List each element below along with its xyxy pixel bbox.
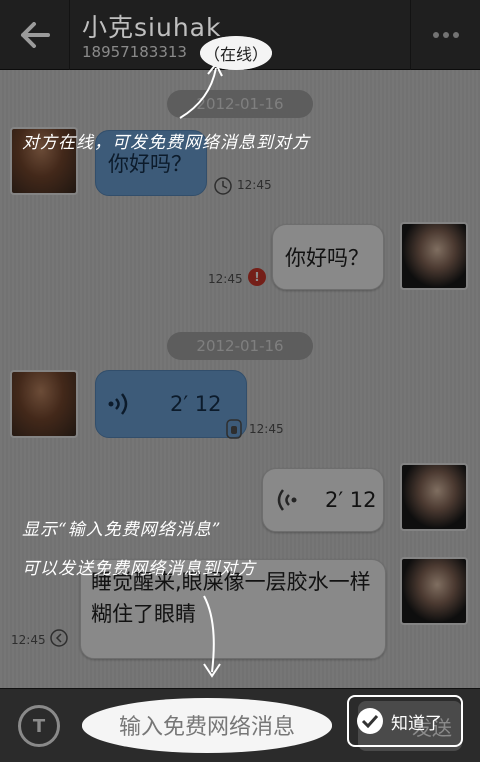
voice-duration: 2′ 12 xyxy=(170,392,222,416)
guide-arrow-bottom xyxy=(203,595,221,678)
message-time: 12:45 xyxy=(237,178,272,192)
contact-name: 小克siuhak xyxy=(82,13,222,42)
date-separator: 2012-01-16 xyxy=(167,332,313,360)
my-avatar[interactable] xyxy=(400,463,468,531)
contact-phone: 18957183313 xyxy=(82,43,187,61)
my-avatar[interactable] xyxy=(400,222,468,290)
got-it-label: 知道了 xyxy=(391,713,442,734)
my-avatar[interactable] xyxy=(400,557,468,625)
highlighted-status-badge: （在线） xyxy=(200,36,272,70)
message-text: 你好吗？ xyxy=(285,246,369,270)
send-failed-icon[interactable]: ! xyxy=(248,268,266,286)
voice-duration: 2′ 12 xyxy=(325,488,377,512)
guide-hint-input-2: 可以发送免费网络消息到对方 xyxy=(22,559,256,579)
clock-icon xyxy=(50,629,68,647)
got-it-button[interactable]: 知道了 xyxy=(347,695,463,747)
message-time: 12:45 xyxy=(249,422,284,436)
chat-screen: 小克siuhak 18957183313 （在线） 2012-01-16 你好吗… xyxy=(0,0,480,762)
message-list[interactable]: 2012-01-16 你好吗？ 12:45 你好吗？ 12:45 ! 2012-… xyxy=(0,70,480,688)
outgoing-text-bubble[interactable]: 你好吗？ xyxy=(272,224,384,290)
voice-wave-icon xyxy=(108,393,128,415)
voice-wave-icon xyxy=(277,489,297,511)
message-time: 12:45 xyxy=(11,633,46,647)
guide-hint-online: 对方在线，可发免费网络消息到对方 xyxy=(22,133,310,153)
outgoing-voice-bubble[interactable]: 2′ 12 xyxy=(262,468,384,532)
message-time: 12:45 xyxy=(208,272,243,286)
guide-arrow-top xyxy=(179,62,223,119)
back-button[interactable] xyxy=(0,0,70,70)
friend-avatar[interactable] xyxy=(10,370,78,438)
voice-unread-icon xyxy=(226,419,242,439)
highlighted-message-input: 输入免费网络消息 xyxy=(82,698,332,752)
guide-hint-input-1: 显示“输入免费网络消息” xyxy=(22,520,222,540)
back-arrow-icon xyxy=(20,22,50,48)
more-dots-icon xyxy=(432,32,459,38)
more-menu-button[interactable] xyxy=(410,0,480,70)
clock-icon xyxy=(214,177,232,195)
checkmark-icon xyxy=(357,708,383,734)
input-placeholder: 输入免费网络消息 xyxy=(118,715,295,740)
text-mode-icon: T xyxy=(32,715,46,737)
text-mode-button[interactable]: T xyxy=(18,705,60,747)
